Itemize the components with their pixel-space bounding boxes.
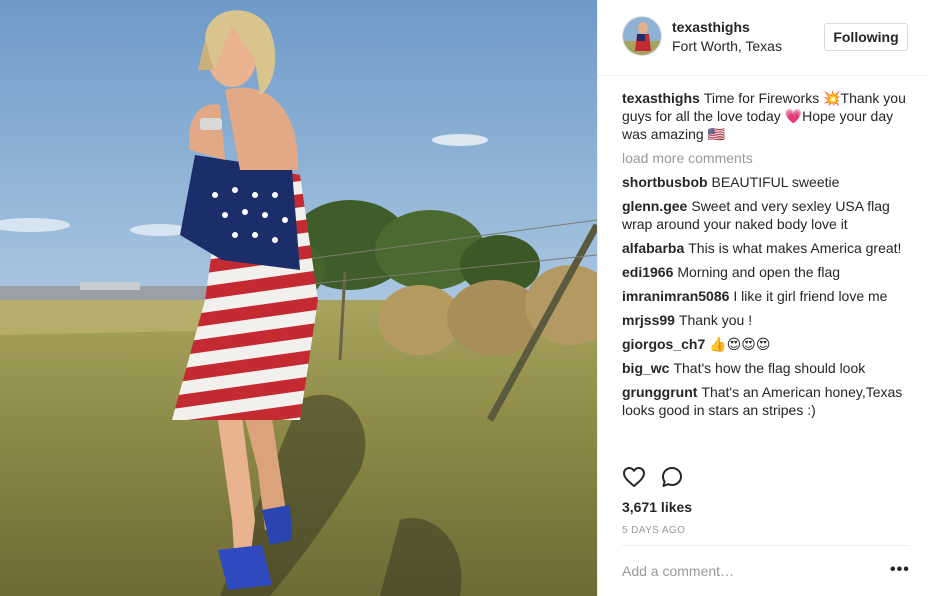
heart-icon[interactable] [622, 465, 646, 492]
comment-text: 👍😍😍😍 [709, 336, 771, 352]
comment-username[interactable]: glenn.gee [622, 198, 687, 214]
header-location[interactable]: Fort Worth, Texas [672, 38, 782, 54]
load-more-comments-link[interactable]: load more comments [622, 149, 912, 167]
comment-username[interactable]: edi1966 [622, 264, 673, 280]
post-timestamp[interactable]: 5 DAYS AGO [622, 525, 685, 536]
comment-text: I like it girl friend love me [733, 288, 888, 304]
avatar-image [623, 17, 661, 55]
action-bar [622, 465, 912, 491]
comment-text: Thank you ! [678, 312, 753, 328]
comment: shortbusbob BEAUTIFUL sweetie [622, 173, 912, 191]
comment-text: Morning and open the flag [677, 264, 841, 280]
comments-list: texasthighs Time for Fireworks 💥Thank you… [622, 89, 912, 425]
caption: texasthighs Time for Fireworks 💥Thank you… [622, 89, 912, 143]
photo-illustration [0, 0, 597, 596]
likes-count[interactable]: 3,671 likes [622, 499, 692, 515]
more-options-icon[interactable]: ••• [890, 561, 910, 579]
following-button[interactable]: Following [824, 23, 908, 51]
divider [622, 545, 910, 546]
comment: big_wc That's how the flag should look [622, 359, 912, 377]
comment-username[interactable]: imranimran5086 [622, 288, 729, 304]
comment: glenn.gee Sweet and very sexley USA flag … [622, 197, 912, 233]
comment-icon[interactable] [660, 465, 684, 492]
comment-text: This is what makes America great! [688, 240, 902, 256]
header-username[interactable]: texasthighs [672, 19, 750, 35]
post-photo[interactable] [0, 0, 597, 596]
comment-username[interactable]: big_wc [622, 360, 669, 376]
comment-username[interactable]: grunggrunt [622, 384, 697, 400]
caption-username[interactable]: texasthighs [622, 90, 700, 106]
post-header: texasthighs Fort Worth, Texas Following [598, 0, 928, 76]
comment: imranimran5086 I like it girl friend love… [622, 287, 912, 305]
comment-username[interactable]: mrjss99 [622, 312, 675, 328]
comment: edi1966 Morning and open the flag [622, 263, 912, 281]
comment-text: That's how the flag should look [673, 360, 866, 376]
post-container: texasthighs Fort Worth, Texas Following … [0, 0, 928, 596]
comment-username[interactable]: alfabarba [622, 240, 684, 256]
post-details-panel: texasthighs Fort Worth, Texas Following … [597, 0, 928, 596]
comment: mrjss99 Thank you ! [622, 311, 912, 329]
comment-text: BEAUTIFUL sweetie [711, 174, 840, 190]
comment: giorgos_ch7 👍😍😍😍 [622, 335, 912, 353]
comment-username[interactable]: shortbusbob [622, 174, 708, 190]
avatar[interactable] [622, 16, 662, 56]
comment: grunggrunt That's an American honey,Texas… [622, 383, 912, 419]
comment: alfabarba This is what makes America grea… [622, 239, 912, 257]
add-comment-input[interactable]: Add a comment… [622, 563, 734, 579]
comment-username[interactable]: giorgos_ch7 [622, 336, 705, 352]
